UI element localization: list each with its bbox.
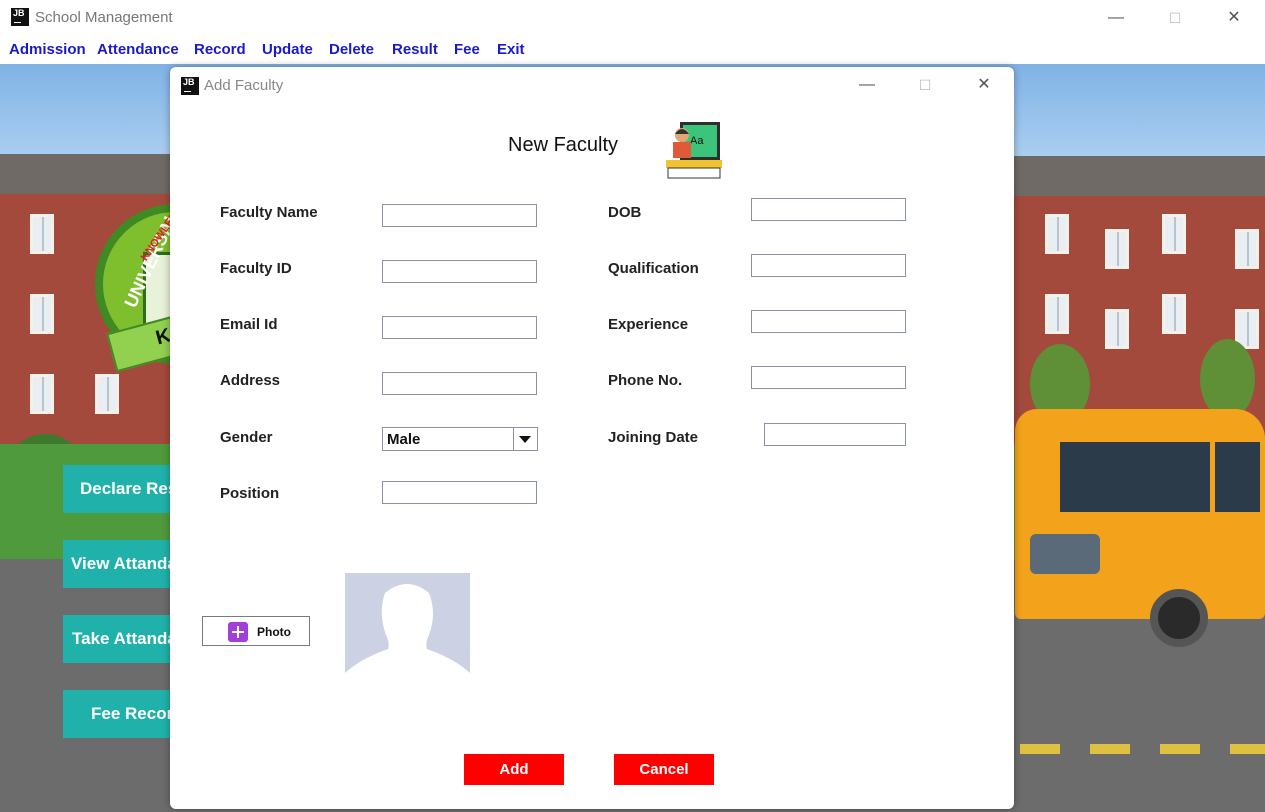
address-label: Address xyxy=(220,372,281,389)
roof xyxy=(0,154,180,194)
experience-label: Experience xyxy=(608,316,689,333)
gender-select[interactable]: Male xyxy=(382,427,538,451)
dialog-title: Add Faculty xyxy=(204,77,284,94)
email-id-input[interactable] xyxy=(382,316,537,339)
add-faculty-dialog: JB Add Faculty — ☐ ✕ New Faculty Aa Facu… xyxy=(170,67,1014,809)
school-bus xyxy=(1015,409,1265,619)
building-window xyxy=(95,374,119,414)
qualification-input[interactable] xyxy=(751,254,906,277)
menu-bar: Admission Attendance Record Update Delet… xyxy=(0,36,1265,64)
menu-item-exit[interactable]: Exit xyxy=(497,41,525,58)
building-window xyxy=(1045,214,1069,254)
dob-input[interactable] xyxy=(751,198,906,221)
faculty-id-label: Faculty ID xyxy=(220,260,292,277)
roof xyxy=(1000,156,1265,196)
position-input[interactable] xyxy=(382,481,537,504)
app-logo-icon: JB xyxy=(11,8,29,26)
position-label: Position xyxy=(220,485,280,502)
bus-side-window xyxy=(1215,442,1260,512)
cancel-button[interactable]: Cancel xyxy=(614,754,714,785)
menu-item-attendance[interactable]: Attendance xyxy=(97,41,179,58)
phone-no-input[interactable] xyxy=(751,366,906,389)
svg-text:Aa: Aa xyxy=(690,135,704,147)
menu-item-fee[interactable]: Fee xyxy=(454,41,480,58)
building-window xyxy=(1162,214,1186,254)
email-id-label: Email Id xyxy=(220,316,278,333)
plus-icon xyxy=(228,622,248,642)
building-window xyxy=(30,294,54,334)
maximize-button[interactable]: ☐ xyxy=(1155,5,1195,31)
building-window xyxy=(30,374,54,414)
faculty-name-input[interactable] xyxy=(382,204,537,227)
faculty-id-input[interactable] xyxy=(382,260,537,283)
building-window xyxy=(1105,309,1129,349)
app-title: School Management xyxy=(35,9,173,26)
close-button[interactable]: ✕ xyxy=(1214,5,1254,31)
building-window xyxy=(1162,294,1186,334)
building-window xyxy=(30,214,54,254)
gender-label: Gender xyxy=(220,429,273,446)
dob-label: DOB xyxy=(608,204,642,221)
dialog-heading: New Faculty xyxy=(508,134,619,156)
menu-item-record[interactable]: Record xyxy=(194,41,246,58)
gender-selected-value: Male xyxy=(387,431,421,448)
qualification-label: Qualification xyxy=(608,260,699,277)
joining-date-label: Joining Date xyxy=(608,429,699,446)
phone-no-label: Phone No. xyxy=(608,372,683,389)
photo-button-label: Photo xyxy=(257,625,291,639)
building-window xyxy=(1105,229,1129,269)
joining-date-input[interactable] xyxy=(764,423,906,446)
dialog-title-bar: JB Add Faculty — ☐ ✕ xyxy=(170,67,1014,105)
menu-item-admission[interactable]: Admission xyxy=(9,41,86,58)
menu-item-update[interactable]: Update xyxy=(262,41,313,58)
menu-item-delete[interactable]: Delete xyxy=(329,41,374,58)
teacher-icon: Aa xyxy=(664,120,724,180)
person-silhouette-icon xyxy=(345,573,470,690)
bus-grille xyxy=(1030,534,1100,574)
photo-button[interactable]: Photo xyxy=(202,616,310,646)
road-markings xyxy=(1020,744,1265,754)
dialog-logo-icon: JB xyxy=(181,77,199,95)
add-button[interactable]: Add xyxy=(464,754,564,785)
experience-input[interactable] xyxy=(751,310,906,333)
building-window xyxy=(1045,294,1069,334)
main-title-bar: JB School Management — ☐ ✕ xyxy=(0,0,1265,36)
menu-item-result[interactable]: Result xyxy=(392,41,438,58)
bus-wheel xyxy=(1150,589,1208,647)
building-window xyxy=(1235,229,1259,269)
chevron-down-icon[interactable] xyxy=(513,428,537,450)
faculty-name-label: Faculty Name xyxy=(220,204,318,221)
avatar xyxy=(345,573,470,690)
minimize-button[interactable]: — xyxy=(1096,5,1136,31)
dialog-minimize-button[interactable]: — xyxy=(847,72,887,98)
address-input[interactable] xyxy=(382,372,537,395)
bus-windshield xyxy=(1060,442,1210,512)
tree xyxy=(1200,339,1255,419)
dialog-maximize-button[interactable]: ☐ xyxy=(905,72,945,98)
dialog-close-button[interactable]: ✕ xyxy=(964,72,1004,98)
